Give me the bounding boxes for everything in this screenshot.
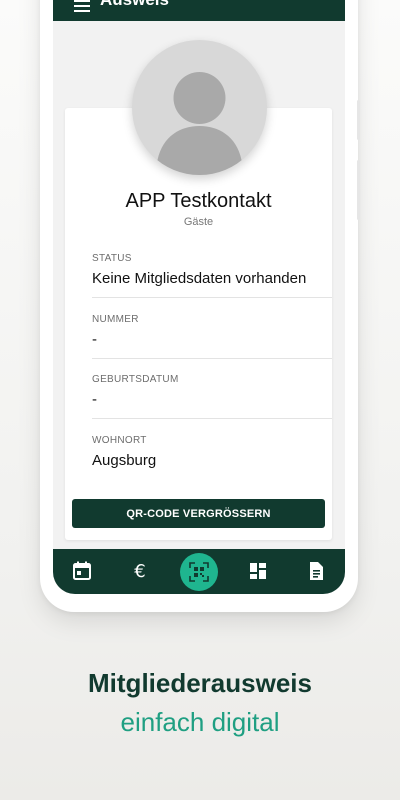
field-value: Augsburg	[92, 452, 157, 469]
euro-icon[interactable]: €	[129, 560, 151, 582]
phone-side-button	[357, 160, 360, 220]
calendar-icon[interactable]	[71, 560, 93, 582]
field-number: NUMMER -	[92, 314, 332, 348]
phone-side-button	[357, 100, 360, 140]
field-status: STATUS Keine Mitgliedsdaten vorhanden	[92, 253, 332, 287]
field-label: GEBURTSDATUM	[92, 374, 179, 385]
phone-frame: Ausweis APP Testkontakt Gäste STATUS Kei…	[40, 0, 360, 612]
field-label: STATUS	[92, 253, 132, 264]
enlarge-qr-button[interactable]: QR-CODE VERGRÖSSERN	[72, 499, 325, 528]
svg-text:€: €	[134, 561, 145, 582]
field-value: -	[92, 391, 97, 408]
page-title: Ausweis	[100, 0, 169, 10]
person-icon	[156, 72, 243, 175]
field-value: -	[92, 331, 97, 348]
qr-code-icon	[189, 562, 209, 582]
divider	[92, 358, 332, 359]
marketing-subline: einfach digital	[120, 707, 280, 737]
marketing-headline: Mitgliederausweis	[88, 668, 312, 698]
dashboard-icon[interactable]	[247, 560, 269, 582]
qr-code-nav-button[interactable]	[180, 553, 218, 591]
menu-icon[interactable]	[74, 0, 90, 12]
divider	[92, 418, 332, 419]
avatar	[132, 40, 267, 175]
app-bar: Ausweis	[53, 0, 345, 21]
profile-name: APP Testkontakt	[125, 190, 272, 212]
profile-group: Gäste	[183, 216, 214, 228]
field-birthdate: GEBURTSDATUM -	[92, 374, 332, 408]
field-label: WOHNORT	[92, 435, 147, 446]
field-label: NUMMER	[92, 314, 139, 325]
field-residence: WOHNORT Augsburg	[92, 435, 332, 469]
document-icon[interactable]	[305, 560, 327, 582]
field-value: Keine Mitgliedsdaten vorhanden	[92, 270, 307, 287]
app-screen: Ausweis APP Testkontakt Gäste STATUS Kei…	[53, 0, 345, 594]
divider	[92, 297, 332, 298]
bottom-nav: €	[53, 549, 345, 594]
